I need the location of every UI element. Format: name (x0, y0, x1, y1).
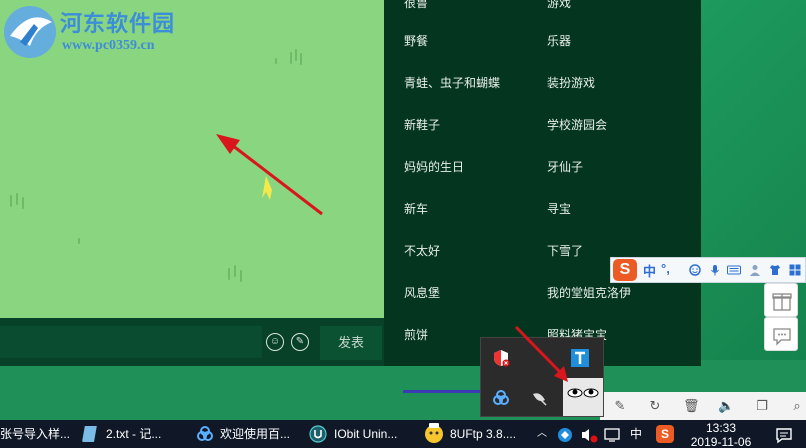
story-item[interactable]: 装扮游戏 (547, 74, 595, 91)
sogou-logo-icon[interactable]: S (613, 259, 637, 281)
page-background (700, 0, 806, 420)
story-item[interactable]: 寻宝 (547, 200, 571, 217)
volume-icon[interactable]: 🔈 (718, 398, 734, 414)
story-item[interactable]: 新车 (404, 200, 428, 217)
taskbar-item[interactable]: 2.txt - 记... (106, 420, 170, 448)
taskbar-item[interactable]: 张号导入样... (0, 420, 76, 448)
story-item[interactable]: 我的堂姐克洛伊 (547, 284, 631, 301)
story-list-panel: 很鲁 野餐 青蛙、虫子和蝴蝶 新鞋子 妈妈的生日 新车 不太好 风息堡 煎饼 游… (384, 0, 701, 366)
story-item[interactable]: 学校游园会 (547, 116, 607, 133)
emoji-icon[interactable]: ☺ (266, 333, 284, 351)
story-item[interactable]: 下雪了 (547, 242, 583, 259)
skin-shirt-icon[interactable] (769, 264, 781, 276)
pin-icon[interactable]: ✎ (612, 398, 628, 414)
taskbar-item[interactable]: IObit Unin... (334, 420, 414, 448)
watermark-url: www.pc0359.cn (62, 38, 155, 53)
ime-mode-toggle[interactable]: 中 (643, 261, 656, 280)
ftp-icon (425, 423, 443, 443)
taskbar-item[interactable]: 8UFtp 3.8.... (450, 420, 530, 448)
baidu-cloud-icon[interactable] (491, 388, 511, 408)
window-icon[interactable]: ❐ (754, 398, 770, 414)
ime-language-indicator[interactable]: 中 (630, 420, 644, 448)
volume-muted-icon[interactable] (580, 427, 598, 443)
chat-bubble-icon (773, 328, 791, 346)
security-shield-icon[interactable] (491, 348, 511, 368)
comment-input[interactable] (0, 326, 262, 358)
story-item[interactable]: 乐器 (547, 32, 571, 49)
story-item[interactable]: 风息堡 (404, 284, 440, 301)
smiley-icon[interactable] (689, 264, 701, 276)
toolbox-grid-icon[interactable] (789, 264, 801, 276)
story-item[interactable]: 青蛙、虫子和蝴蝶 (404, 74, 500, 91)
network-icon[interactable] (557, 427, 573, 443)
baidu-cloud-icon (197, 426, 213, 441)
red-arrow-annotation (514, 325, 568, 382)
notepad-icon (82, 426, 97, 442)
sogou-tray-icon[interactable]: S (656, 425, 674, 443)
story-item[interactable]: 煎饼 (404, 326, 428, 343)
story-item[interactable]: 牙仙子 (547, 158, 583, 175)
taskbar-item[interactable]: 欢迎使用百... (220, 420, 300, 448)
clock-date: 2019-11-06 (690, 435, 752, 448)
story-item[interactable]: 野餐 (404, 32, 428, 49)
palette-icon[interactable]: ✎ (291, 333, 309, 351)
gift-icon (772, 293, 792, 311)
feedback-button[interactable] (764, 317, 798, 351)
refresh-icon[interactable]: ↻ (647, 398, 663, 414)
story-item[interactable]: 新鞋子 (404, 116, 440, 133)
iobit-icon (309, 425, 327, 443)
keyboard-icon[interactable] (727, 264, 741, 276)
gift-button[interactable] (764, 283, 798, 317)
watermark-title: 河东软件园 (60, 11, 176, 36)
punctuation-toggle[interactable]: °, (661, 261, 670, 276)
user-icon[interactable] (749, 264, 761, 276)
system-action-bar (600, 392, 806, 420)
story-item[interactable]: 不太好 (404, 242, 440, 259)
watermark-logo (4, 6, 56, 58)
story-item[interactable]: 妈妈的生日 (404, 158, 464, 175)
send-comment-button[interactable]: 发表 (320, 326, 382, 360)
story-item[interactable]: 很鲁 (404, 0, 428, 11)
notification-center-icon[interactable] (775, 426, 793, 444)
tray-expand-chevron-icon[interactable]: ︿ (537, 420, 551, 448)
clock-time: 13:33 (705, 421, 737, 435)
sogou-ime-toolbar[interactable]: S 中 °, (610, 257, 806, 283)
microphone-icon[interactable] (709, 264, 721, 276)
search-icon[interactable]: ⌕ (789, 398, 805, 414)
story-item[interactable]: 游戏 (547, 0, 571, 11)
system-clock[interactable]: 13:33 2019-11-06 (686, 421, 756, 448)
trash-icon[interactable]: 🗑 (683, 398, 700, 414)
display-icon[interactable] (604, 427, 622, 443)
